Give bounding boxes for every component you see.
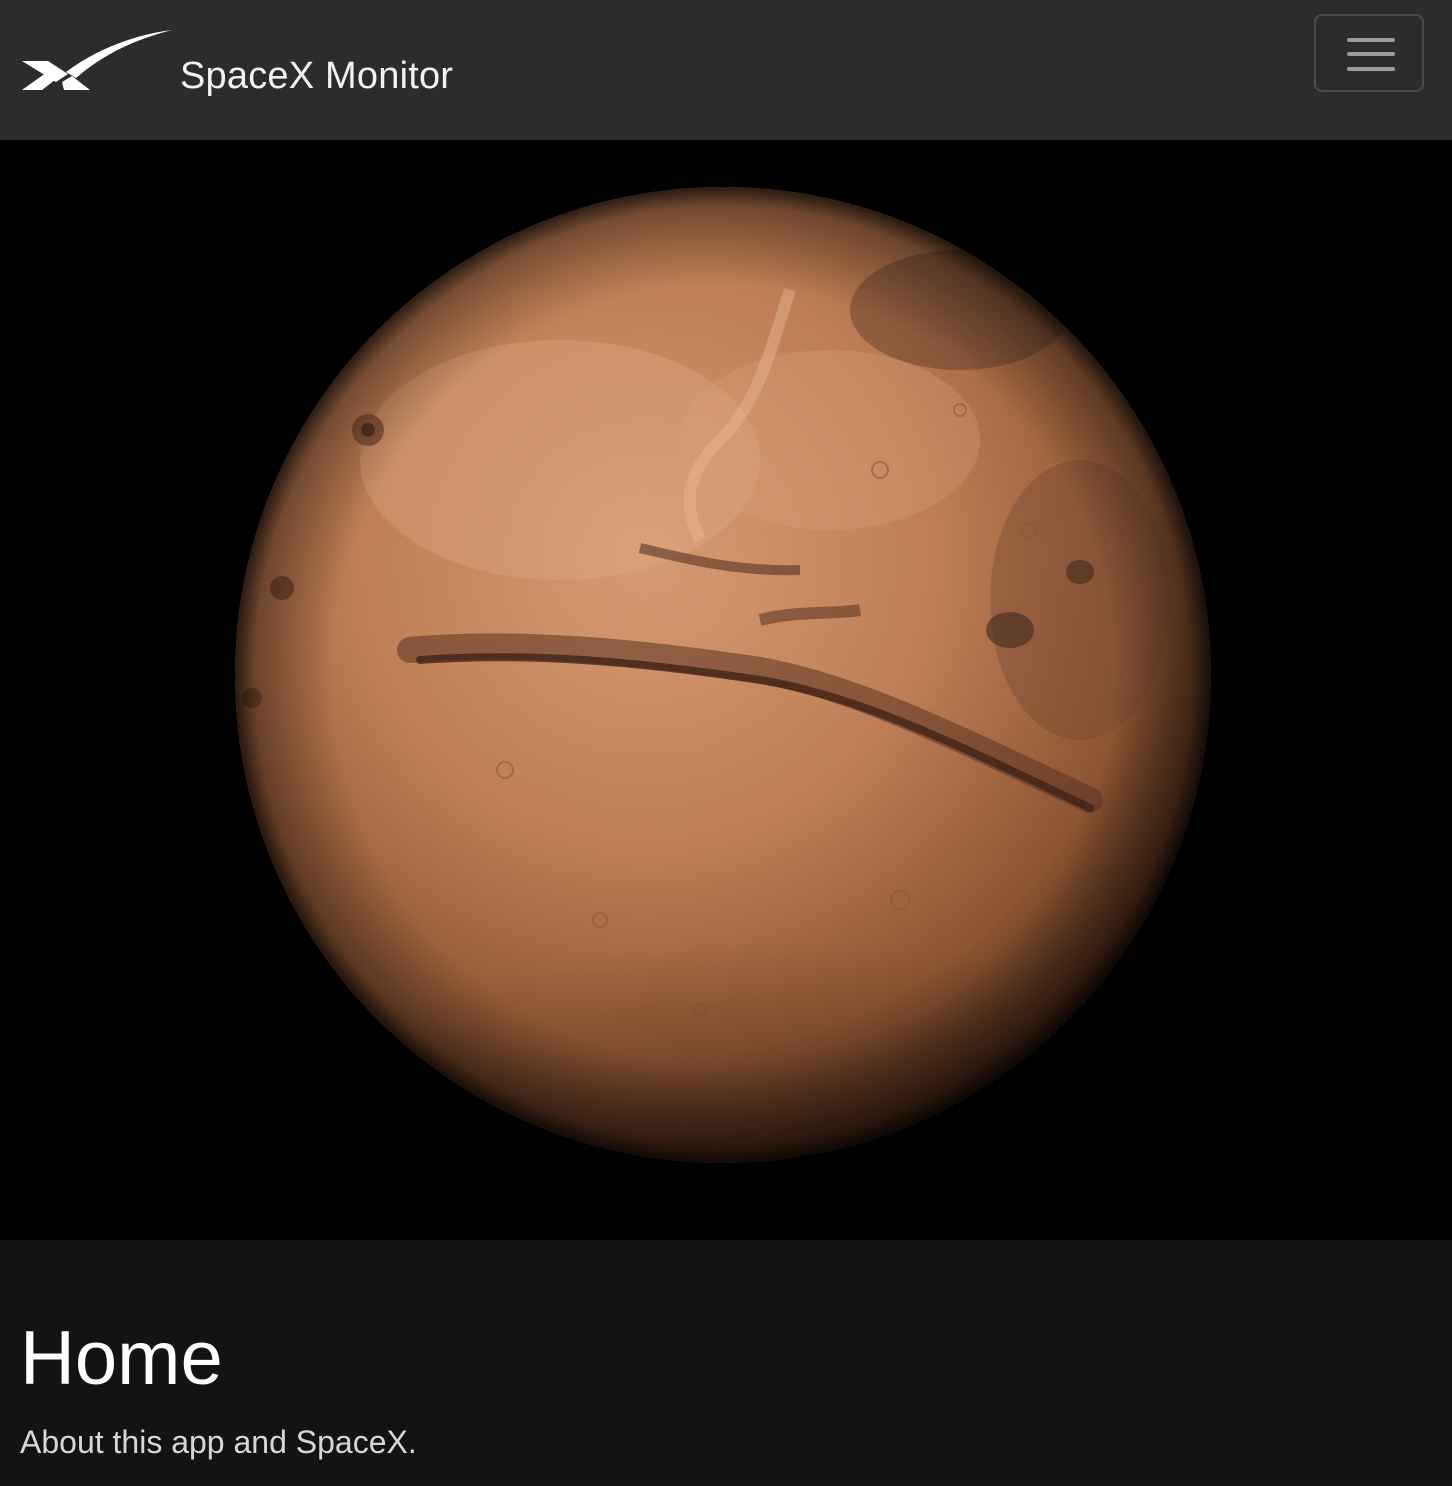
page-title: Home (20, 1316, 223, 1401)
page-subtitle: About this app and SpaceX. (20, 1424, 417, 1460)
top-navbar: SpaceX Monitor (0, 0, 1452, 140)
hero-banner (0, 140, 1452, 1240)
app-title[interactable]: SpaceX Monitor (180, 54, 453, 98)
spacex-x-logo-icon[interactable] (20, 28, 175, 94)
mars-planet-image (0, 140, 1452, 1240)
hamburger-menu-button[interactable] (1314, 14, 1424, 92)
main-content: Home About this app and SpaceX. (0, 1240, 1452, 1486)
